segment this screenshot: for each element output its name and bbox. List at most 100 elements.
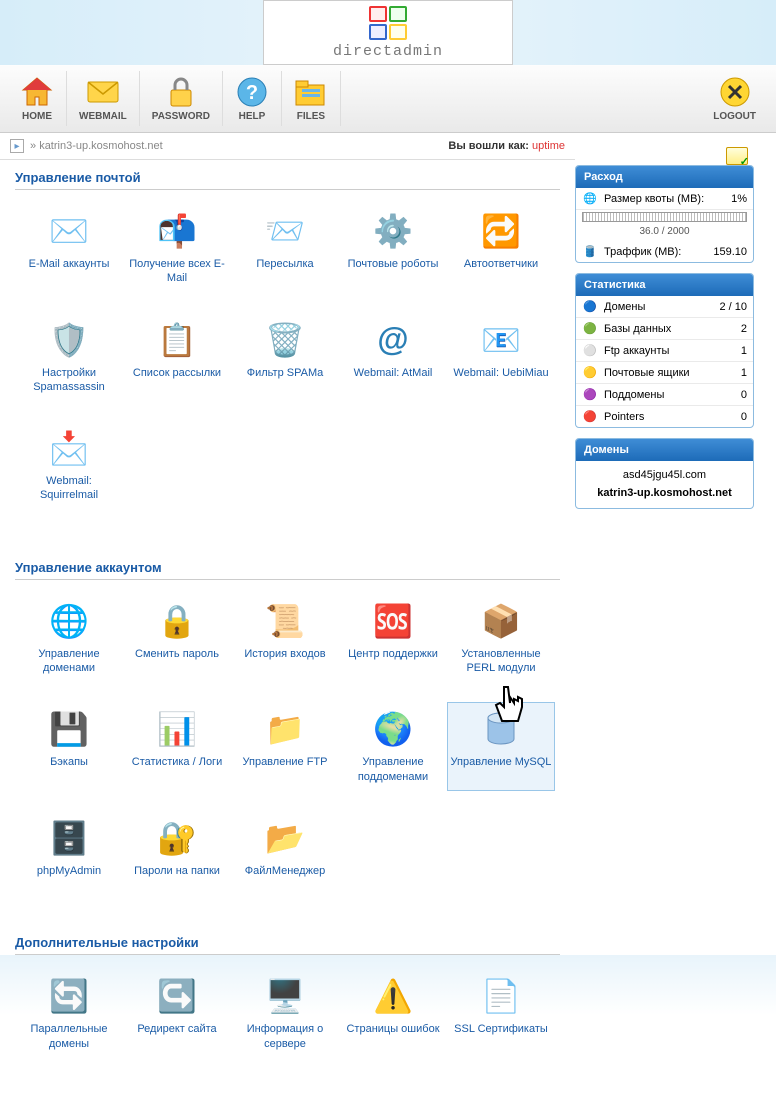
home-label: HOME [22, 111, 52, 122]
logged-in-user[interactable]: uptime [532, 140, 565, 152]
filemanager-link[interactable]: 📂ФайлМенеджер [231, 811, 339, 885]
database-icon [481, 709, 521, 749]
brand-text: directadmin [333, 43, 443, 60]
globe-refresh-icon: 🔄 [49, 976, 89, 1016]
webmail-label: WEBMAIL [79, 111, 127, 122]
forward-icon: 📨 [265, 211, 305, 251]
domain-link-active[interactable]: katrin3-up.kosmohost.net [582, 485, 747, 503]
error-icon: ⚠️ [373, 976, 413, 1016]
ssl-cert-link[interactable]: 📄SSL Сертификаты [447, 969, 555, 1058]
toolbar: HOME WEBMAIL PASSWORD ? HELP FILES LOGOU… [0, 65, 776, 133]
stat-row[interactable]: 🟣Поддомены0 [576, 384, 753, 406]
history-icon: 📜 [265, 601, 305, 641]
mail-robots-link[interactable]: ⚙️Почтовые роботы [339, 204, 447, 293]
breadcrumb-arrow: » [30, 140, 36, 152]
logo[interactable]: directadmin [263, 0, 513, 65]
svg-text:?: ? [246, 82, 258, 104]
webmail-squirrel-link[interactable]: 📩Webmail: Squirrelmail [15, 421, 123, 510]
logout-button[interactable]: LOGOUT [701, 71, 768, 126]
usage-panel-title: Расход [576, 166, 753, 188]
webmail-uebimiau-link[interactable]: 📧Webmail: UebiMiau [447, 313, 555, 402]
home-button[interactable]: HOME [8, 71, 67, 126]
stats-logs-link[interactable]: 📊Статистика / Логи [123, 702, 231, 791]
subdomain-icon: 🌍 [373, 709, 413, 749]
help-label: HELP [239, 111, 266, 122]
ssl-icon: 📄 [481, 976, 521, 1016]
home-icon [20, 75, 54, 109]
phpmyadmin-link[interactable]: 🗄️phpMyAdmin [15, 811, 123, 885]
site-redirect-link[interactable]: ↪️Редирект сайта [123, 969, 231, 1058]
extra-section: Дополнительные настройки 🔄Параллельные д… [0, 925, 575, 1098]
logged-in-prefix: Вы вошли как: [448, 140, 529, 152]
header: directadmin [0, 0, 776, 65]
stat-row[interactable]: 🔵Домены2 / 10 [576, 296, 753, 318]
server-info-link[interactable]: 🖥️Информация о сервере [231, 969, 339, 1058]
dot-icon: 🔴 [582, 410, 598, 423]
stats-panel-title: Статистика [576, 274, 753, 296]
ftp-mgmt-link[interactable]: 📁Управление FTP [231, 702, 339, 791]
login-history-link[interactable]: 📜История входов [231, 594, 339, 683]
files-button[interactable]: FILES [282, 71, 341, 126]
domain-mgmt-link[interactable]: 🌐Управление доменами [15, 594, 123, 683]
domain-link[interactable]: asd45jgu45l.com [582, 467, 747, 485]
messages-icon[interactable] [726, 147, 748, 165]
support-link[interactable]: 🆘Центр поддержки [339, 594, 447, 683]
email-accounts-link[interactable]: ✉️E-Mail аккаунты [15, 204, 123, 293]
stat-row[interactable]: 🟢Базы данных2 [576, 318, 753, 340]
mysql-mgmt-link[interactable]: Управление MySQL [447, 702, 555, 791]
redirect-icon: ↪️ [157, 976, 197, 1016]
files-icon [294, 75, 328, 109]
backup-icon: 💾 [49, 709, 89, 749]
help-icon: ? [235, 75, 269, 109]
ftp-icon: 📁 [265, 709, 305, 749]
change-password-link[interactable]: 🔒Сменить пароль [123, 594, 231, 683]
dot-icon: 🔵 [582, 300, 598, 313]
webmail-icon [86, 75, 120, 109]
backups-link[interactable]: 💾Бэкапы [15, 702, 123, 791]
robot-icon: ⚙️ [373, 211, 413, 251]
folder-passwords-link[interactable]: 🔐Пароли на папки [123, 811, 231, 885]
folder-lock-icon: 🔐 [157, 818, 197, 858]
catch-all-link[interactable]: 📬Получение всех E-Mail [123, 204, 231, 293]
server-icon: 🖥️ [265, 976, 305, 1016]
quota-row: 🌐 Размер квоты (MB): 1% [576, 188, 753, 210]
stat-row[interactable]: ⚪Ftp аккаунты1 [576, 340, 753, 362]
logout-icon [718, 75, 752, 109]
mail-section: Управление почтой ✉️E-Mail аккаунты 📬Пол… [0, 160, 575, 550]
chart-icon: 📊 [157, 709, 197, 749]
spam-filter-link[interactable]: 🗑️Фильтр SPAMа [231, 313, 339, 402]
breadcrumb-domain[interactable]: katrin3-up.kosmohost.net [39, 140, 163, 152]
webmail-atmail-link[interactable]: @Webmail: AtMail [339, 313, 447, 402]
support-icon: 🆘 [373, 601, 413, 641]
forwarders-link[interactable]: 📨Пересылка [231, 204, 339, 293]
at-icon: @ [373, 320, 413, 360]
webmail-button[interactable]: WEBMAIL [67, 71, 140, 126]
quota-bar [582, 212, 747, 222]
subdomain-mgmt-link[interactable]: 🌍Управление поддоменами [339, 702, 447, 791]
stat-row[interactable]: 🔴Pointers0 [576, 406, 753, 427]
dot-icon: 🟢 [582, 322, 598, 335]
breadcrumb-bar: ▸ » katrin3-up.kosmohost.net Вы вошли ка… [0, 133, 575, 160]
mail-all-icon: 📬 [157, 211, 197, 251]
stat-row[interactable]: 🟡Почтовые ящики1 [576, 362, 753, 384]
filter-icon: 🗑️ [265, 320, 305, 360]
phpmyadmin-icon: 🗄️ [49, 818, 89, 858]
spamassassin-link[interactable]: 🛡️Настройки Spamassassin [15, 313, 123, 402]
breadcrumb-home-icon[interactable]: ▸ [10, 139, 24, 153]
error-pages-link[interactable]: ⚠️Страницы ошибок [339, 969, 447, 1058]
usage-panel: Расход 🌐 Размер квоты (MB): 1% 36.0 / 20… [575, 165, 754, 263]
mailing-list-link[interactable]: 📋Список рассылки [123, 313, 231, 402]
mail2-icon: 📧 [481, 320, 521, 360]
perl-modules-link[interactable]: 📦Установленные PERL модули [447, 594, 555, 683]
parallel-domains-link[interactable]: 🔄Параллельные домены [15, 969, 123, 1058]
help-button[interactable]: ? HELP [223, 71, 282, 126]
globe-icon: 🌐 [49, 601, 89, 641]
password-button[interactable]: PASSWORD [140, 71, 223, 126]
spam-icon: 🛡️ [49, 320, 89, 360]
sidebar: Расход 🌐 Размер квоты (MB): 1% 36.0 / 20… [575, 133, 760, 1098]
logout-label: LOGOUT [713, 111, 756, 122]
password-label: PASSWORD [152, 111, 210, 122]
dot-icon: 🟣 [582, 388, 598, 401]
autoresponders-link[interactable]: 🔁Автоответчики [447, 204, 555, 293]
files-label: FILES [297, 111, 325, 122]
